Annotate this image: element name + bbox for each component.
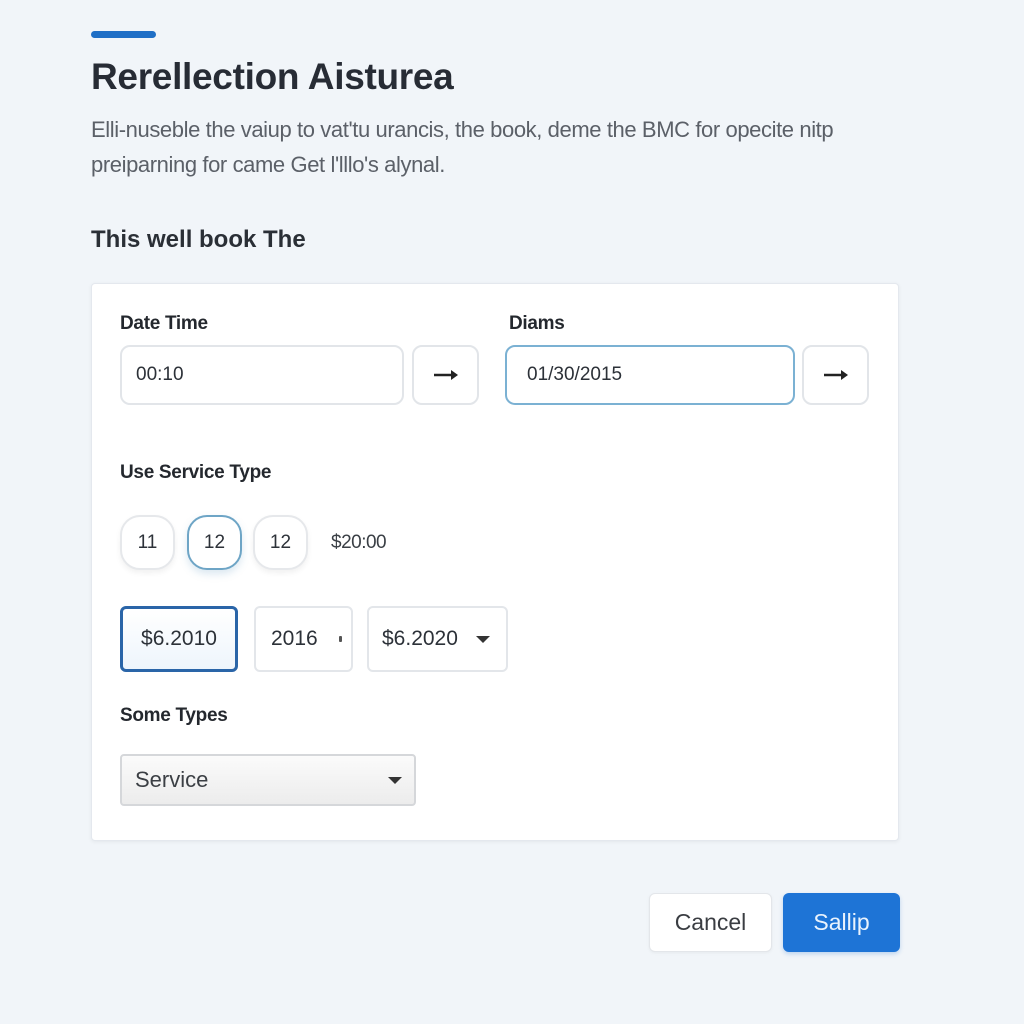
submit-button[interactable]: Sallip bbox=[783, 893, 900, 952]
diams-value: 01/30/2015 bbox=[527, 364, 623, 385]
option-2016[interactable]: 2016 bbox=[254, 606, 353, 672]
option-label: 2016 bbox=[271, 627, 318, 650]
diams-label: Diams bbox=[509, 313, 565, 334]
some-types-label: Some Types bbox=[120, 705, 228, 726]
date-time-input[interactable]: 00:10 bbox=[120, 345, 404, 405]
cancel-button[interactable]: Cancel bbox=[649, 893, 772, 952]
option-label: $6.2020 bbox=[382, 627, 458, 650]
date-time-value: 00:10 bbox=[136, 364, 184, 385]
booking-page: Rerellection Aisturea Elli-nuseble the v… bbox=[0, 0, 1024, 1024]
service-type-label: Use Service Type bbox=[120, 462, 272, 483]
chip-label: 11 bbox=[137, 531, 158, 553]
select-value: Service bbox=[135, 767, 209, 792]
arrow-right-icon bbox=[433, 370, 458, 380]
page-title: Rerellection Aisturea bbox=[91, 56, 454, 97]
booking-form-card: Date Time 00:10 Diams 01/30/2015 Use Ser… bbox=[91, 283, 899, 841]
chip-label: 12 bbox=[203, 531, 226, 553]
service-chip-11[interactable]: 11 bbox=[120, 515, 175, 570]
chip-label: 12 bbox=[269, 531, 292, 553]
service-price: $20:00 bbox=[331, 532, 387, 553]
service-chip-12-selected[interactable]: 12 bbox=[187, 515, 242, 570]
diams-go-button[interactable] bbox=[802, 345, 869, 405]
section-heading: This well book The bbox=[91, 226, 306, 253]
diams-input[interactable]: 01/30/2015 bbox=[505, 345, 795, 405]
arrow-right-icon bbox=[823, 370, 848, 380]
option-label: $6.2010 bbox=[141, 627, 217, 650]
service-chip-12[interactable]: 12 bbox=[253, 515, 308, 570]
accent-bar bbox=[91, 31, 156, 38]
date-time-label: Date Time bbox=[120, 313, 208, 334]
stepper-dot-icon bbox=[338, 636, 342, 642]
option-6-2010[interactable]: $6.2010 bbox=[120, 606, 238, 672]
caret-down-icon bbox=[388, 776, 402, 784]
date-time-go-button[interactable] bbox=[412, 345, 479, 405]
page-description: Elli-nuseble the vaiup to vat'tu urancis… bbox=[91, 117, 834, 177]
caret-down-icon bbox=[475, 635, 490, 643]
some-types-select[interactable]: Service bbox=[120, 754, 416, 806]
option-6-2020-dropdown[interactable]: $6.2020 bbox=[367, 606, 508, 672]
